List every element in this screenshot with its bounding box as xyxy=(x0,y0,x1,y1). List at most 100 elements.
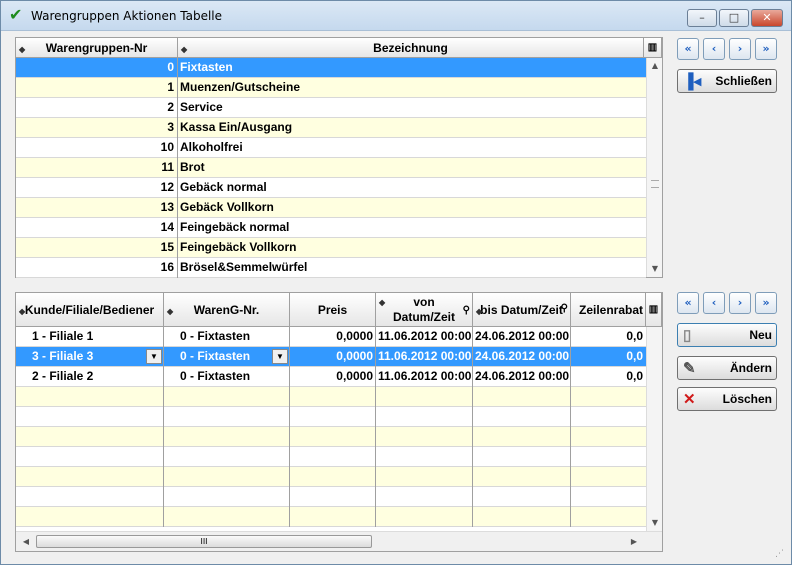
kunde-cell: 1 - Filiale 1 xyxy=(16,327,164,347)
empty-cell xyxy=(290,467,376,487)
empty-cell xyxy=(571,427,646,447)
rabatt-cell: 0,0 xyxy=(626,349,643,363)
table-row[interactable]: 3 - Filiale 3 ▼ 0 - Fixtasten ▼ 0,0000 11.06.… xyxy=(16,347,646,367)
table-row[interactable]: 12 Gebäck normal xyxy=(16,178,646,198)
aendern-button[interactable]: ✎ Ändern xyxy=(677,356,777,380)
minimize-button[interactable]: – xyxy=(687,9,717,27)
sort-icon: ◆ xyxy=(181,45,188,54)
column-header-wareng[interactable]: ◆ WarenG-Nr. xyxy=(164,293,290,326)
vertical-scrollbar[interactable]: ▼ xyxy=(646,327,662,531)
column-header-warengruppen-nr[interactable]: ◆ Warengruppen-Nr xyxy=(16,38,178,57)
wareng-cell[interactable]: 0 - Fixtasten ▼ xyxy=(164,347,290,367)
search-icon[interactable]: ⚲ xyxy=(463,303,470,318)
empty-cell xyxy=(376,427,473,447)
nav-next-button[interactable]: › xyxy=(729,292,751,314)
empty-cell xyxy=(164,487,290,507)
scroll-thumb[interactable]: III xyxy=(36,535,372,548)
table-row[interactable]: 10 Alkoholfrei xyxy=(16,138,646,158)
table-row[interactable]: 2 - Filiale 20 - Fixtasten 0,0000 11.06.20… xyxy=(16,367,646,387)
rabatt-cell: 0,0 xyxy=(626,369,643,383)
empty-cell xyxy=(164,407,290,427)
empty-cell xyxy=(164,507,290,527)
empty-cell xyxy=(473,387,571,407)
empty-row xyxy=(16,447,646,467)
column-header-bis[interactable]: ◆ ⚲ bis Datum/Zeit xyxy=(473,293,571,326)
table-row[interactable]: 2 Service xyxy=(16,98,646,118)
resize-grip-icon[interactable]: ⋰ xyxy=(775,549,784,559)
scroll-down-icon[interactable]: ▼ xyxy=(647,261,663,277)
column-header-rabatt[interactable]: Zeilenrabat xyxy=(571,293,646,326)
bezeichnung-cell: Fixtasten xyxy=(180,60,233,74)
warengruppen-nr-cell: 0 xyxy=(16,58,178,78)
column-header-preis[interactable]: Preis xyxy=(290,293,376,326)
vertical-scrollbar[interactable]: ▲ ▼ xyxy=(646,58,662,277)
warengruppen-nr-cell: 1 xyxy=(16,78,178,98)
table-row[interactable]: 3 Kassa Ein/Ausgang xyxy=(16,118,646,138)
search-icon[interactable]: ⚲ xyxy=(561,303,568,315)
column-header-bezeichnung[interactable]: ◆ Bezeichnung xyxy=(178,38,644,57)
bezeichnung-cell: Gebäck Vollkorn xyxy=(180,200,274,214)
nav-next-button[interactable]: › xyxy=(729,38,751,60)
nav-prev-button[interactable]: ‹ xyxy=(703,292,725,314)
close-button[interactable]: ✕ xyxy=(751,9,783,27)
warengruppen-nr-cell: 16 xyxy=(16,258,178,278)
edit-icon: ✎ xyxy=(683,360,696,377)
table-row[interactable]: 13 Gebäck Vollkorn xyxy=(16,198,646,218)
nav-first-button[interactable]: « xyxy=(677,292,699,314)
table-row[interactable]: 1 - Filiale 10 - Fixtasten 0,0000 11.06.20… xyxy=(16,327,646,347)
horizontal-scrollbar[interactable]: ◀ III ▶ xyxy=(16,531,662,551)
empty-cell xyxy=(473,427,571,447)
neu-button[interactable]: ▯ Neu xyxy=(677,323,777,347)
bezeichnung-cell: Feingebäck Vollkorn xyxy=(180,240,297,254)
scroll-right-icon[interactable]: ▶ xyxy=(626,534,642,550)
empty-cell xyxy=(290,387,376,407)
nav-last-button[interactable]: » xyxy=(755,292,777,314)
table-row[interactable]: 14 Feingebäck normal xyxy=(16,218,646,238)
table-row[interactable]: 16 Brösel&Semmelwürfel xyxy=(16,258,646,278)
empty-cell xyxy=(16,407,164,427)
empty-cell xyxy=(473,467,571,487)
empty-cell xyxy=(164,467,290,487)
dropdown-arrow-icon[interactable]: ▼ xyxy=(146,349,162,364)
empty-cell xyxy=(571,467,646,487)
table-row[interactable]: 15 Feingebäck Vollkorn xyxy=(16,238,646,258)
column-header-kunde[interactable]: ◆ Kunde/Filiale/Bediener xyxy=(16,293,164,326)
sort-icon: ◆ xyxy=(476,307,483,316)
column-header-von[interactable]: ◆ ⚲ von Datum/Zeit xyxy=(376,293,473,326)
empty-cell xyxy=(164,427,290,447)
empty-row xyxy=(16,487,646,507)
empty-row xyxy=(16,387,646,407)
kunde-cell[interactable]: 3 - Filiale 3 ▼ xyxy=(16,347,164,367)
table-row[interactable]: 1 Muenzen/Gutscheine xyxy=(16,78,646,98)
column-chooser-icon[interactable]: ▥ xyxy=(644,38,662,57)
schliessen-button[interactable]: ▐◂ Schließen xyxy=(677,69,777,93)
bis-cell: 24.06.2012 00:00 xyxy=(473,367,571,387)
aktionen-table: ◆ Kunde/Filiale/Bediener ◆ WarenG-Nr. Prei… xyxy=(15,292,663,552)
empty-row xyxy=(16,407,646,427)
empty-cell xyxy=(473,507,571,527)
empty-cell xyxy=(376,487,473,507)
scroll-down-icon[interactable]: ▼ xyxy=(647,515,663,531)
empty-cell xyxy=(290,487,376,507)
scroll-up-icon[interactable]: ▲ xyxy=(647,58,663,74)
wareng-cell: 0 - Fixtasten xyxy=(164,327,290,347)
column-chooser-icon[interactable]: ▥ xyxy=(646,293,662,326)
dropdown-arrow-icon[interactable]: ▼ xyxy=(272,349,288,364)
nav-first-button[interactable]: « xyxy=(677,38,699,60)
bezeichnung-cell: Kassa Ein/Ausgang xyxy=(180,120,293,134)
warengruppen-nr-cell: 13 xyxy=(16,198,178,218)
loeschen-button[interactable]: ✕ Löschen xyxy=(677,387,777,411)
table-row[interactable]: 0 Fixtasten xyxy=(16,58,646,78)
empty-cell xyxy=(16,447,164,467)
empty-cell xyxy=(473,447,571,467)
scroll-left-icon[interactable]: ◀ xyxy=(18,534,34,550)
nav-last-button[interactable]: » xyxy=(755,38,777,60)
new-document-icon: ▯ xyxy=(683,327,692,344)
nav-prev-button[interactable]: ‹ xyxy=(703,38,725,60)
empty-cell xyxy=(376,507,473,527)
scroll-grip[interactable] xyxy=(651,180,659,188)
warengruppen-nr-cell: 15 xyxy=(16,238,178,258)
table-row[interactable]: 11 Brot xyxy=(16,158,646,178)
empty-cell xyxy=(571,407,646,427)
maximize-button[interactable]: □ xyxy=(719,9,749,27)
